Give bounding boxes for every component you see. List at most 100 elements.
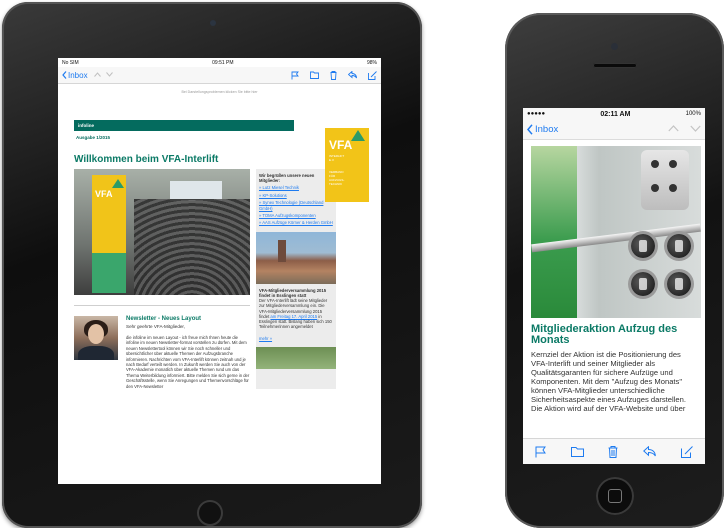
projection-screen (170, 181, 222, 201)
toolbar-actions (291, 70, 377, 80)
compose-icon[interactable] (680, 445, 693, 458)
ipad-device: No SIM 09:51 PM 98% Inbox Bei Darstellun… (2, 2, 422, 528)
ipad-screen: No SIM 09:51 PM 98% Inbox Bei Darstellun… (58, 58, 381, 484)
inbox-back-button[interactable]: Inbox (527, 124, 558, 135)
portrait-face (88, 324, 104, 344)
trash-icon[interactable] (330, 70, 337, 80)
carrier-label: No SIM (62, 59, 79, 66)
down-arrow-icon[interactable] (105, 71, 113, 77)
iphone-home-button[interactable] (596, 477, 634, 515)
logo-text: VFA (329, 138, 353, 152)
up-arrow-icon[interactable] (668, 125, 679, 132)
panel-dot (669, 160, 677, 168)
member-link[interactable]: » AAS Aufzüge Körner & Herden GmbH (259, 220, 333, 225)
article-title: Mitgliederaktion Aufzug des Monats (531, 323, 678, 346)
flag-icon[interactable] (291, 71, 299, 80)
reply-icon[interactable] (643, 446, 656, 457)
panel-dot (669, 184, 677, 192)
elevator-button (667, 234, 691, 258)
article-body: Kernziel der Aktion ist die Positionieru… (531, 350, 686, 413)
message-nav-arrows[interactable] (668, 124, 701, 135)
page-headline: Willkommen beim VFA-Interlift (74, 154, 219, 165)
member-link[interactable]: » TOMA Aufzugskomponenten (259, 213, 333, 218)
device-showcase: No SIM 09:51 PM 98% Inbox Bei Darstellun… (0, 0, 725, 528)
flag-icon[interactable] (535, 446, 547, 458)
inbox-back-button[interactable]: Inbox (62, 71, 88, 80)
banner-triangle-icon (112, 179, 124, 188)
banner-logo-text: VFA (95, 189, 113, 199)
folder-icon[interactable] (570, 446, 584, 457)
iphone-mail-toolbar (523, 438, 705, 464)
member-link[interactable]: » Synex Technologie (Deutschland GmbH) (259, 200, 333, 211)
chevron-left-icon (527, 124, 533, 135)
ipad-camera (210, 20, 216, 26)
inbox-back-label: Inbox (535, 124, 559, 135)
home-square-icon (608, 489, 622, 503)
battery-label: 100% (685, 111, 701, 117)
up-arrow-icon[interactable] (93, 71, 101, 77)
status-time: 09:51 PM (212, 59, 234, 66)
logo-subtitle: INTERLIFT E.V. (329, 154, 344, 162)
member-link[interactable]: » KP-Solutions (259, 193, 333, 198)
trash-icon[interactable] (608, 445, 618, 458)
tower-shape (278, 239, 286, 262)
issue-label: Ausgabe 1/2015 (76, 135, 111, 140)
key-panel (641, 150, 689, 210)
status-time: 02:11 AM (600, 110, 631, 118)
elevator-button (631, 272, 655, 296)
mail-toolbar: Inbox (58, 67, 381, 84)
iphone-status-bar: ●●●●● 02:11 AM 100% (523, 108, 705, 120)
more-link[interactable]: mehr » (259, 336, 333, 341)
battery-label: 98% (366, 59, 377, 66)
email-body: Bei Darstellungsproblemen klicken Sie bi… (58, 84, 381, 390)
elevator-button (667, 272, 691, 296)
chevron-left-icon (62, 71, 67, 79)
compose-icon[interactable] (368, 70, 377, 80)
audience-crowd (134, 199, 250, 295)
section-divider (74, 305, 250, 306)
banner-caption-area (92, 253, 126, 293)
vfa-logo: VFA INTERLIFT E.V. VERBAND FÜR AUFZUGS- … (325, 128, 369, 202)
inbox-back-label: Inbox (68, 70, 88, 80)
signal-indicator: ●●●●● (527, 111, 546, 117)
sidebar-photo-2 (256, 346, 336, 369)
green-glass (531, 146, 577, 318)
infoline-bar: infoline (74, 120, 294, 131)
newsletter-body: die infoline im neuen Layout - ich freue… (126, 335, 250, 389)
hero-image: VFA (74, 169, 250, 295)
folder-icon[interactable] (310, 71, 319, 79)
logo-tagline: VERBAND FÜR AUFZUGS- TECHNIK (329, 170, 344, 186)
ipad-status-bar: No SIM 09:51 PM 98% (58, 58, 381, 67)
event-notice: VFA-Mitgliederversammlung 2015 findet in… (259, 288, 333, 330)
down-arrow-icon[interactable] (690, 125, 701, 132)
message-nav-arrows[interactable] (93, 71, 113, 79)
iphone-speaker (593, 63, 637, 68)
event-date-link[interactable]: am Freitag 17. April 2015 (270, 314, 317, 319)
newsletter-content: VFA Newsletter - Neues Layout Sehr geehr… (74, 169, 365, 390)
event-title: VFA-Mitgliederversammlung 2015 findet in… (259, 287, 327, 299)
iphone-device: ●●●●● 02:11 AM 100% Inbox Mitgliederakti… (505, 13, 724, 528)
ipad-home-button[interactable] (197, 500, 223, 526)
portrait-body (78, 346, 114, 360)
hero-banner: VFA (92, 175, 126, 293)
newsletter-text: Newsletter - Neues Layout Sehr geehrte V… (126, 316, 250, 389)
logo-sub-line: E.V. (329, 158, 335, 162)
display-note-link[interactable]: Bei Darstellungsproblemen klicken Sie bi… (74, 90, 365, 94)
panel-dot (651, 160, 659, 168)
logo-tag-line: TECHNIK (329, 182, 343, 186)
reply-icon[interactable] (348, 70, 357, 79)
esslingen-photo (256, 231, 336, 284)
panel-dot (651, 184, 659, 192)
iphone-nav-bar: Inbox (523, 120, 705, 140)
newsletter-section: Newsletter - Neues Layout Sehr geehrte V… (74, 316, 250, 389)
member-link[interactable]: » Lutz Miesel Technik (259, 185, 333, 190)
newsletter-greeting: Sehr geehrte VFA-Mitglieder, (126, 324, 185, 329)
iphone-camera (611, 43, 618, 50)
elevator-panel-photo (531, 146, 701, 318)
logo-triangle-icon (351, 130, 365, 141)
iphone-screen: ●●●●● 02:11 AM 100% Inbox Mitgliederakti… (523, 108, 705, 464)
author-portrait (74, 316, 118, 360)
sidebar-column: Wir begrüßen unsere neuen Mitglieder: » … (256, 169, 336, 390)
newsletter-title: Newsletter - Neues Layout (126, 316, 202, 322)
elevator-button (631, 234, 655, 258)
